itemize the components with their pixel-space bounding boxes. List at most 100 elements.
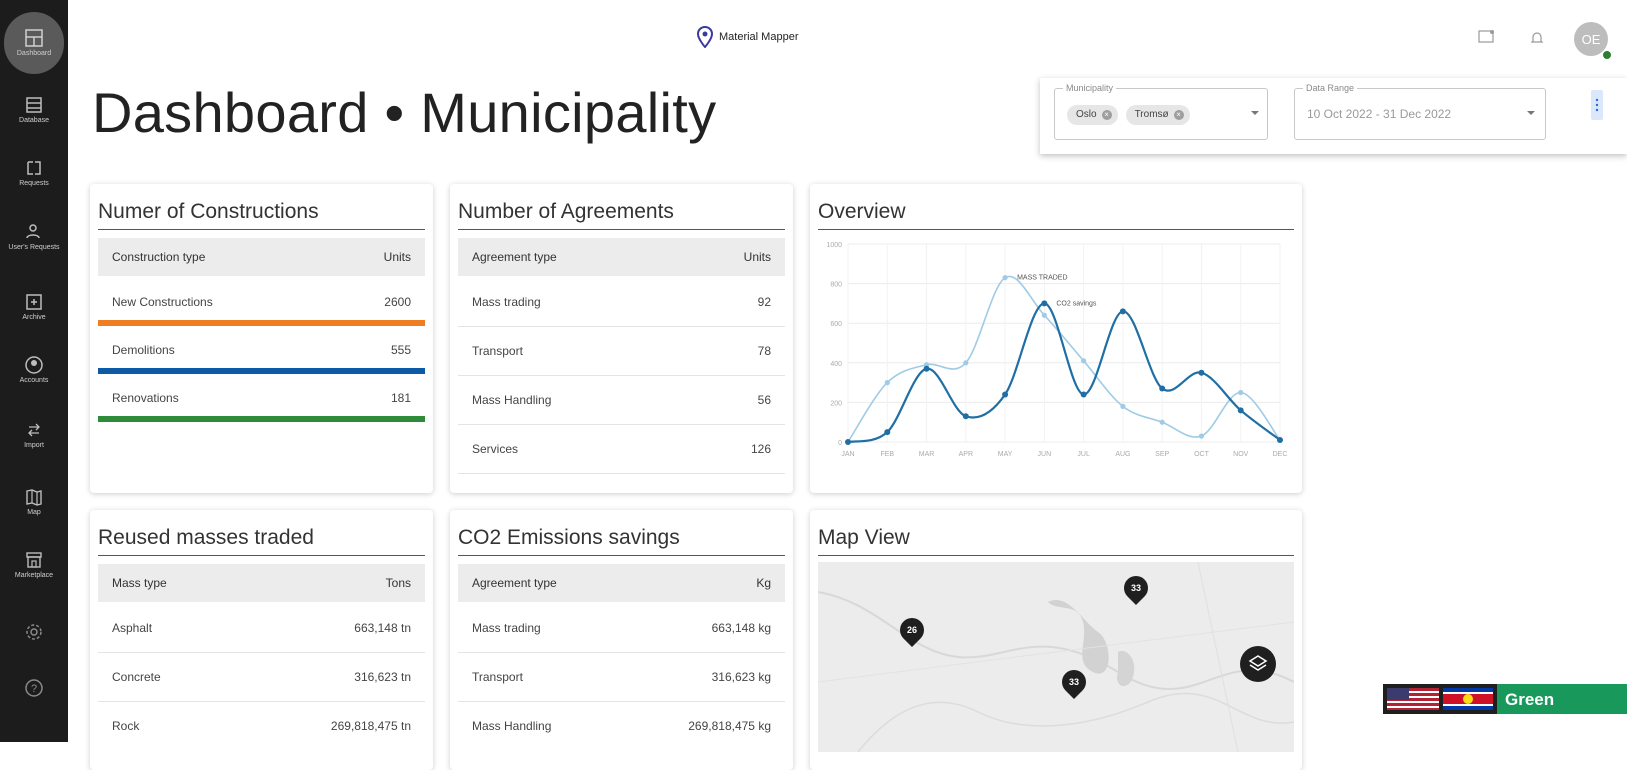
agreements-card: Number of Agreements Agreement type Unit… [450, 184, 793, 493]
y-tick-label: 0 [838, 440, 842, 447]
data-point [1002, 391, 1009, 398]
overview-card: Overview 0 200 400 600 800 1000 JAN FEB MAR APR MA… [810, 184, 1302, 493]
divider [98, 555, 425, 556]
data-point [884, 380, 890, 386]
x-tick-label: FEB [880, 451, 894, 458]
municipality-chip[interactable]: Oslo × [1067, 104, 1118, 125]
overview-chart: 0 200 400 600 800 1000 JAN FEB MAR APR MAY JUN JUL AU… [826, 242, 1287, 458]
y-tick-label: 400 [830, 361, 842, 368]
map-marker[interactable]: 26 [895, 613, 929, 647]
chip-remove-icon[interactable]: × [1101, 109, 1112, 120]
data-point [1041, 300, 1048, 307]
data-point [1237, 407, 1244, 414]
divider [818, 229, 1294, 230]
online-status-dot [1602, 50, 1612, 60]
card-title: Reused masses traded [98, 526, 314, 549]
sidebar-item-map[interactable]: Map [0, 487, 68, 517]
import-icon [28, 423, 40, 437]
row-label: Transport [472, 344, 523, 358]
municipality-select[interactable]: Municipality Oslo × Tromsø × [1054, 83, 1268, 140]
series-label: CO2 savings [1056, 300, 1097, 307]
sidebar-item-marketplace[interactable]: Marketplace [0, 550, 68, 580]
table-row: Asphalt 663,148 tn [98, 604, 425, 653]
sidebar-item-label: Accounts [19, 377, 49, 384]
sidebar-item-label: Archive [22, 314, 46, 321]
marketplace-icon [26, 552, 42, 568]
column-header: Construction type [112, 250, 206, 264]
table-header: Agreement type Kg [458, 564, 785, 602]
table-row: Renovations 181 [98, 374, 425, 422]
map-marker[interactable]: 33 [1057, 665, 1091, 699]
data-point [1159, 419, 1165, 425]
column-header: Tons [385, 576, 411, 590]
date-range-select[interactable]: Data Range 10 Oct 2022 - 31 Dec 2022 [1294, 83, 1546, 140]
row-label: Mass Handling [472, 393, 552, 407]
database-icon [26, 97, 42, 113]
divider [98, 229, 425, 230]
data-point [923, 365, 930, 372]
app-title: Material Mapper [719, 31, 799, 43]
table-row: Mass trading 92 [458, 278, 785, 327]
card-title: Overview [818, 200, 906, 223]
sidebar-item-import[interactable]: Import [0, 420, 68, 450]
table-row: Rock 269,818,475 tn [98, 702, 425, 750]
chevron-down-icon[interactable] [1527, 111, 1535, 115]
row-value: 56 [757, 393, 771, 407]
row-label: Mass Handling [472, 719, 552, 733]
data-point [962, 413, 969, 420]
data-point [884, 429, 891, 436]
table-header: Agreement type Units [458, 238, 785, 276]
table-row: Demolitions 555 [98, 326, 425, 374]
requests-icon [27, 161, 41, 175]
accounts-icon [25, 356, 43, 374]
table-header: Mass type Tons [98, 564, 425, 602]
sidebar-item-label: Requests [19, 180, 49, 187]
x-tick-label: OCT [1194, 451, 1210, 458]
map-canvas[interactable]: 26 33 33 [818, 562, 1294, 752]
sidebar-item-help[interactable]: ? [0, 678, 68, 698]
card-title: CO2 Emissions savings [458, 526, 680, 549]
chip-remove-icon[interactable]: × [1173, 109, 1184, 120]
row-value: 663,148 kg [711, 621, 771, 635]
map-icon [26, 489, 42, 506]
language-switcher[interactable]: Green [1383, 684, 1627, 714]
municipality-chip[interactable]: Tromsø × [1125, 104, 1190, 125]
x-tick-label: MAY [998, 451, 1013, 458]
x-tick-label: JAN [841, 451, 854, 458]
help-icon: ? [25, 679, 43, 697]
row-value: 663,148 tn [354, 621, 411, 635]
chat-icon[interactable] [1478, 30, 1496, 46]
row-value: 2600 [384, 295, 411, 309]
location-pin-icon [697, 26, 713, 48]
data-point [1041, 312, 1047, 318]
marker-count: 26 [906, 625, 917, 635]
sidebar-item-requests[interactable]: Requests [0, 158, 68, 188]
map-marker[interactable]: 33 [1119, 571, 1153, 605]
avatar-initials: OE [1581, 31, 1601, 47]
data-point [1198, 369, 1205, 376]
row-value: 269,818,475 tn [330, 719, 411, 733]
svg-text:?: ? [31, 683, 37, 695]
bell-icon[interactable] [1530, 30, 1544, 46]
sidebar-item-settings[interactable] [0, 622, 68, 642]
sidebar-nav: Dashboard Database Requests User's Reque… [0, 0, 68, 742]
sidebar-item-archive[interactable]: Archive [0, 292, 68, 322]
green-tab[interactable]: Green [1497, 684, 1627, 714]
app-brand[interactable]: Material Mapper [697, 26, 798, 48]
row-label: Renovations [112, 391, 179, 405]
page-title: Dashboard • Municipality [92, 81, 717, 144]
sidebar-item-dashboard[interactable]: Dashboard [0, 28, 68, 58]
data-point [1002, 275, 1008, 281]
co2-savings-card: CO2 Emissions savings Agreement type Kg … [450, 510, 793, 770]
sidebar-item-database[interactable]: Database [0, 95, 68, 125]
us-flag-icon [1387, 688, 1439, 710]
column-header: Agreement type [472, 576, 557, 590]
sidebar-item-accounts[interactable]: Accounts [0, 355, 68, 385]
more-options-button[interactable] [1591, 90, 1603, 120]
data-point [1080, 391, 1087, 398]
marker-count: 33 [1068, 677, 1079, 687]
map-layers-button[interactable] [1240, 646, 1276, 682]
settings-icon [26, 624, 42, 640]
sidebar-item-users-requests[interactable]: User's Requests [0, 222, 68, 252]
chevron-down-icon[interactable] [1251, 111, 1259, 115]
